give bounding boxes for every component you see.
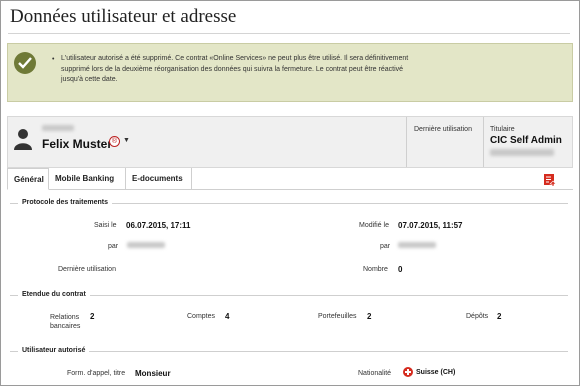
user-id-redacted	[42, 125, 74, 131]
nationality-label: Nationalité	[358, 370, 392, 377]
pdf-export-icon[interactable]	[543, 173, 557, 186]
modified-by-label: par	[380, 243, 391, 250]
holder-value: CIC Self Admin	[490, 135, 562, 146]
tab-e-documents[interactable]: E-documents	[126, 168, 192, 189]
holder-label: Titulaire	[490, 126, 515, 133]
modified-label: Modifié le	[359, 222, 389, 229]
check-icon	[14, 52, 36, 74]
user-name[interactable]: Felix Muster	[42, 137, 112, 151]
notice-banner: • L'utilisateur autorisé a été supprimé.…	[7, 43, 573, 102]
entered-by-redacted	[127, 242, 165, 248]
count-value: 0	[398, 265, 403, 274]
title-divider	[8, 33, 570, 34]
page-title: Données utilisateur et adresse	[10, 6, 237, 27]
holder-id-redacted	[490, 149, 554, 156]
section-title-authorized: Utilisateur autorisé	[18, 347, 90, 354]
last-use-label: Dernière utilisation	[414, 126, 472, 133]
notice-bullet: •	[52, 56, 55, 63]
notice-message: L'utilisateur autorisé a été supprimé. C…	[61, 55, 409, 83]
nationality-value: Suisse (CH)	[416, 369, 456, 376]
registered-badge-icon: ®	[109, 136, 120, 147]
salutation-value: Monsieur	[135, 369, 171, 378]
tab-mobile-banking[interactable]: Mobile Banking	[49, 168, 126, 189]
section-title-contract: Etendue du contrat	[18, 291, 90, 298]
user-avatar-icon	[14, 129, 32, 150]
entered-label: Saisi le	[94, 222, 117, 229]
salutation-label: Form. d'appel, titre	[67, 370, 126, 377]
accounts-value: 4	[225, 312, 230, 321]
tab-general[interactable]: Général	[7, 168, 49, 190]
deposits-label: Dépôts	[466, 313, 489, 320]
column-divider	[406, 117, 407, 167]
user-menu-chevron-down-icon[interactable]: ▼	[123, 137, 130, 144]
entered-by-label: par	[108, 243, 119, 250]
section-title-protocol: Protocole des traitements	[18, 199, 112, 206]
portfolios-label: Portefeuilles	[318, 313, 357, 320]
accounts-label: Comptes	[187, 313, 216, 320]
modified-by-redacted	[398, 242, 436, 248]
column-divider	[483, 117, 484, 167]
count-label: Nombre	[363, 266, 388, 273]
entered-value: 06.07.2015, 17:11	[126, 221, 191, 230]
tab-bar: Général Mobile Banking E-documents	[7, 168, 573, 190]
section-divider	[10, 295, 568, 296]
swiss-flag-icon	[403, 367, 413, 377]
protocol-last-use-label: Dernière utilisation	[58, 266, 116, 273]
relations-label: Relations bancaires	[50, 314, 81, 330]
portfolios-value: 2	[367, 312, 372, 321]
user-header-panel: Felix Muster ® ▼ Dernière utilisation Ti…	[7, 116, 573, 168]
relations-value: 2	[90, 312, 95, 321]
modified-value: 07.07.2015, 11:57	[398, 221, 463, 230]
deposits-value: 2	[497, 312, 502, 321]
section-divider	[10, 351, 568, 352]
